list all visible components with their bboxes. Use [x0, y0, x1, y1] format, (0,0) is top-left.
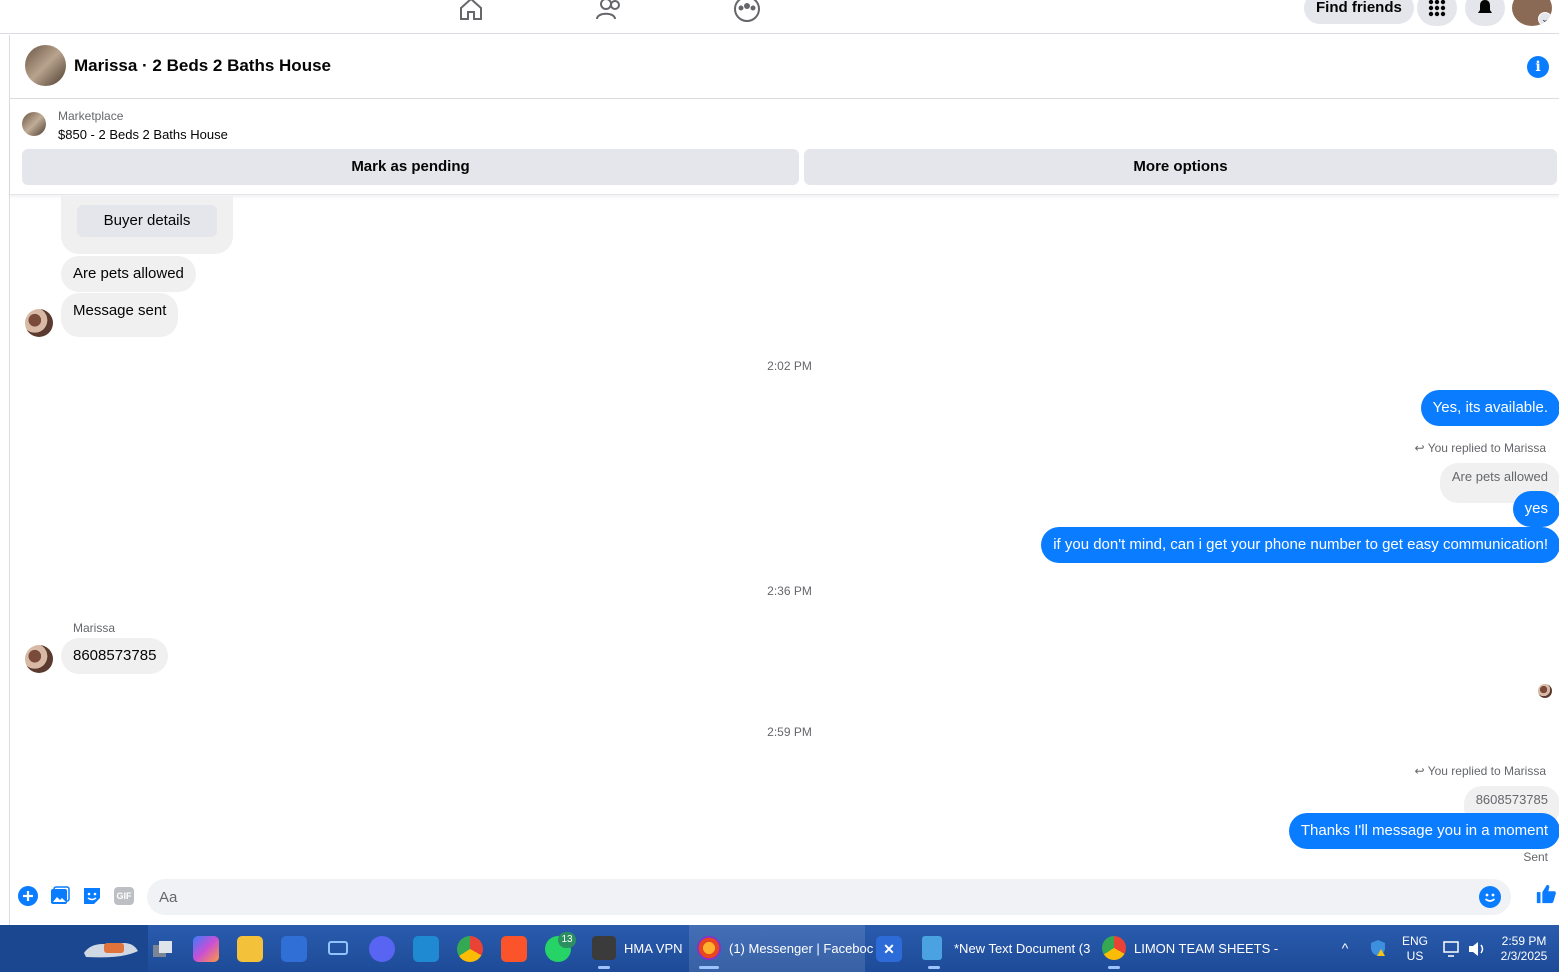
taskbar-app-notepad[interactable]: *New Text Document (3 — [918, 925, 1091, 972]
taskbar-app-label: HMA VPN — [624, 941, 683, 956]
outgoing-message: if you don't mind, can i get your phone … — [1041, 527, 1559, 563]
running-indicator — [598, 966, 610, 969]
timestamp: 2:02 PM — [767, 359, 812, 373]
clock-time: 2:59 PM — [1501, 934, 1547, 948]
running-indicator — [928, 966, 940, 969]
notepad-icon — [922, 936, 942, 960]
taskbar: 13 HMA VPN (1) Messenger | Faceboc ✕ *Ne… — [0, 925, 1559, 972]
gif-icon[interactable]: GIF — [113, 885, 135, 907]
buyer-card: Buyer details — [61, 196, 233, 254]
message-list: Buyer details Are pets allowed Message s… — [10, 196, 1559, 868]
marissa-avatar[interactable] — [25, 645, 53, 673]
vscode-icon[interactable] — [413, 936, 439, 962]
conversation-title[interactable]: Marissa · 2 Beds 2 Baths House — [74, 56, 331, 76]
incoming-message: 8608573785 — [61, 638, 169, 674]
seen-indicator-avatar — [1538, 684, 1552, 698]
find-friends-button[interactable]: Find friends — [1304, 0, 1414, 24]
thumbs-up-icon[interactable] — [1535, 883, 1557, 905]
home-icon[interactable] — [456, 0, 486, 24]
listing-thumbnail[interactable] — [22, 112, 46, 136]
show-hidden-icons-chevron-icon[interactable]: ^ — [1334, 925, 1356, 972]
volume-icon[interactable] — [1466, 925, 1488, 972]
firefox-icon — [697, 936, 721, 960]
menu-grid-icon[interactable] — [1417, 0, 1457, 26]
buyer-details-button[interactable]: Buyer details — [77, 205, 217, 237]
sender-name: Marissa — [73, 621, 116, 635]
marissa-avatar[interactable] — [25, 309, 53, 337]
notifications-bell-icon[interactable] — [1465, 0, 1505, 26]
taskbar-weather-widget[interactable] — [0, 925, 148, 972]
friends-icon[interactable] — [594, 0, 624, 24]
clock-date: 2/3/2025 — [1500, 949, 1548, 963]
chrome-profile-icon — [1102, 936, 1126, 960]
outgoing-message: Yes, its available. — [1420, 390, 1559, 426]
active-indicator — [699, 966, 719, 969]
file-explorer-icon[interactable] — [237, 936, 263, 962]
taskbar-app-label: LIMON TEAM SHEETS - — [1134, 941, 1279, 956]
gif-label: GIF — [114, 887, 134, 905]
reply-icon: ↩ — [1414, 764, 1428, 778]
listing-title[interactable]: $850 - 2 Beds 2 Baths House — [58, 127, 228, 142]
add-icon[interactable] — [17, 885, 39, 907]
security-warning-icon[interactable] — [1366, 925, 1390, 972]
running-indicator — [1108, 966, 1120, 969]
emoji-icon[interactable] — [1479, 886, 1501, 908]
replied-label: You replied to Marissa — [1427, 441, 1546, 455]
mark-as-pending-button[interactable]: Mark as pending — [22, 149, 799, 185]
language-code: ENG — [1401, 934, 1428, 948]
app-x-icon[interactable]: ✕ — [876, 936, 902, 962]
replied-label: You replied to Marissa — [1427, 764, 1546, 778]
taskbar-app-sheets[interactable]: LIMON TEAM SHEETS - — [1098, 925, 1278, 972]
info-icon[interactable]: i — [1527, 56, 1549, 78]
marketplace-label: Marketplace — [58, 109, 124, 123]
sticker-icon[interactable] — [81, 885, 103, 907]
message-input-wrapper — [147, 879, 1511, 915]
region-code: US — [1406, 949, 1424, 963]
outgoing-message: yes — [1512, 491, 1559, 527]
whatsapp-unread-badge: 13 — [558, 932, 576, 948]
chat-panel: Marissa · 2 Beds 2 Baths House i Marketp… — [9, 35, 1559, 925]
top-nav: Find friends ⌄ — [0, 0, 1559, 34]
incoming-message: Are pets allowed — [61, 256, 196, 292]
outgoing-message: Thanks I'll message you in a moment — [1288, 813, 1559, 849]
chrome-icon[interactable] — [457, 936, 483, 962]
replied-indicator: ↩ You replied to Marissa — [1415, 764, 1546, 778]
photo-icon[interactable] — [49, 885, 71, 907]
taskbar-app-label: *New Text Document (3 — [954, 941, 1091, 956]
network-icon[interactable] — [1441, 925, 1463, 972]
marketplace-bar: Marketplace $850 - 2 Beds 2 Baths House … — [10, 99, 1559, 195]
conversation-avatar[interactable] — [25, 45, 66, 86]
microsoft-store-icon[interactable] — [281, 936, 307, 962]
chevron-down-icon: ⌄ — [1538, 12, 1552, 26]
groups-icon[interactable] — [732, 0, 762, 24]
composer: GIF — [10, 875, 1559, 925]
timestamp: 2:59 PM — [767, 725, 812, 739]
task-view-icon[interactable] — [150, 936, 176, 962]
hma-vpn-icon — [592, 936, 616, 960]
copilot-icon[interactable] — [193, 936, 219, 962]
reply-icon: ↩ — [1414, 441, 1428, 455]
language-indicator[interactable]: ENG US — [1398, 925, 1432, 972]
clock[interactable]: 2:59 PM 2/3/2025 — [1494, 925, 1554, 972]
message-status: Sent — [1523, 850, 1548, 864]
chat-header: Marissa · 2 Beds 2 Baths House i — [10, 35, 1559, 99]
incoming-message: Message sent — [61, 293, 179, 337]
taskbar-app-hma-vpn[interactable]: HMA VPN — [588, 925, 684, 972]
taskbar-app-label: (1) Messenger | Faceboc — [729, 941, 874, 956]
message-input[interactable] — [147, 879, 1511, 915]
more-options-button[interactable]: More options — [804, 149, 1557, 185]
brave-icon[interactable] — [501, 936, 527, 962]
replied-indicator: ↩ You replied to Marissa — [1415, 441, 1546, 455]
timestamp: 2:36 PM — [767, 584, 812, 598]
account-avatar[interactable]: ⌄ — [1512, 0, 1552, 26]
taskbar-app-messenger[interactable]: (1) Messenger | Faceboc — [689, 925, 873, 972]
discord-icon[interactable] — [369, 936, 395, 962]
remote-desktop-icon[interactable] — [325, 936, 351, 962]
